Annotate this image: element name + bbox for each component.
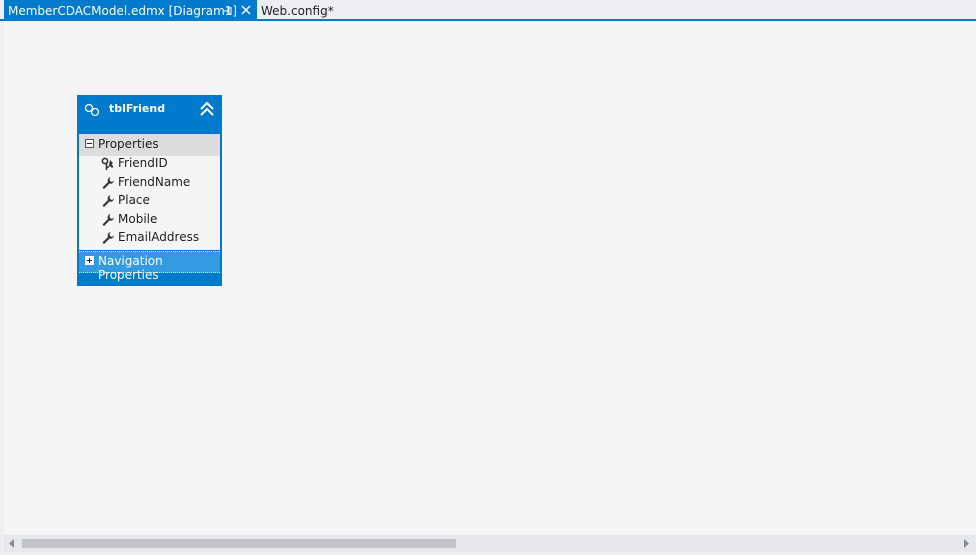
close-icon[interactable] bbox=[240, 4, 252, 16]
property-label: FriendID bbox=[118, 156, 168, 170]
property-label: EmailAddress bbox=[118, 230, 200, 244]
entity-type-icon bbox=[84, 103, 100, 117]
property-label: FriendName bbox=[118, 175, 191, 189]
properties-section-label: Properties bbox=[98, 137, 159, 151]
tab-label: MemberCDACModel.edmx [Diagram1] bbox=[8, 3, 238, 18]
tab-membercdacmodel-edmx[interactable]: MemberCDACModel.edmx [Diagram1] bbox=[4, 0, 257, 21]
ide-window: MemberCDACModel.edmx [Diagram1] Web.conf… bbox=[0, 0, 976, 555]
collapse-minus-icon[interactable] bbox=[85, 139, 94, 148]
pin-icon[interactable] bbox=[222, 5, 234, 17]
document-tab-bar: MemberCDACModel.edmx [Diagram1] Web.conf… bbox=[0, 0, 976, 21]
property-friendname[interactable]: FriendName bbox=[79, 174, 220, 192]
property-label: Place bbox=[118, 193, 150, 207]
property-label: Mobile bbox=[118, 212, 158, 226]
property-friendid[interactable]: FriendID bbox=[79, 155, 220, 173]
navigation-properties-label: Navigation Properties bbox=[98, 254, 163, 282]
scroll-left-arrow-icon[interactable] bbox=[8, 539, 16, 548]
tab-label: Web.config* bbox=[261, 3, 334, 18]
scrollbar-thumb[interactable] bbox=[22, 539, 456, 548]
scroll-right-arrow-icon[interactable] bbox=[962, 539, 970, 548]
entity-header[interactable]: tblFriend bbox=[78, 96, 221, 133]
wrench-icon bbox=[102, 177, 114, 189]
chevron-double-up-icon[interactable] bbox=[198, 100, 216, 118]
entity-tblfriend[interactable]: tblFriend Properties FriendID FriendName… bbox=[77, 95, 222, 286]
property-place[interactable]: Place bbox=[79, 192, 220, 210]
expand-plus-icon[interactable] bbox=[85, 256, 94, 265]
diagram-canvas[interactable]: tblFriend Properties FriendID FriendName… bbox=[4, 22, 976, 535]
wrench-icon bbox=[102, 214, 114, 226]
wrench-icon bbox=[102, 195, 114, 207]
navigation-properties-section[interactable]: Navigation Properties bbox=[79, 251, 220, 282]
entity-properties-panel: Properties FriendID FriendName Place Mob… bbox=[79, 134, 220, 250]
properties-section-header[interactable]: Properties bbox=[79, 134, 220, 156]
wrench-icon bbox=[102, 232, 114, 244]
horizontal-scrollbar[interactable] bbox=[4, 535, 976, 552]
key-icon bbox=[101, 157, 114, 170]
entity-title: tblFriend bbox=[109, 102, 166, 115]
property-mobile[interactable]: Mobile bbox=[79, 211, 220, 229]
tab-web-config[interactable]: Web.config* bbox=[257, 0, 334, 21]
property-emailaddress[interactable]: EmailAddress bbox=[79, 229, 220, 247]
